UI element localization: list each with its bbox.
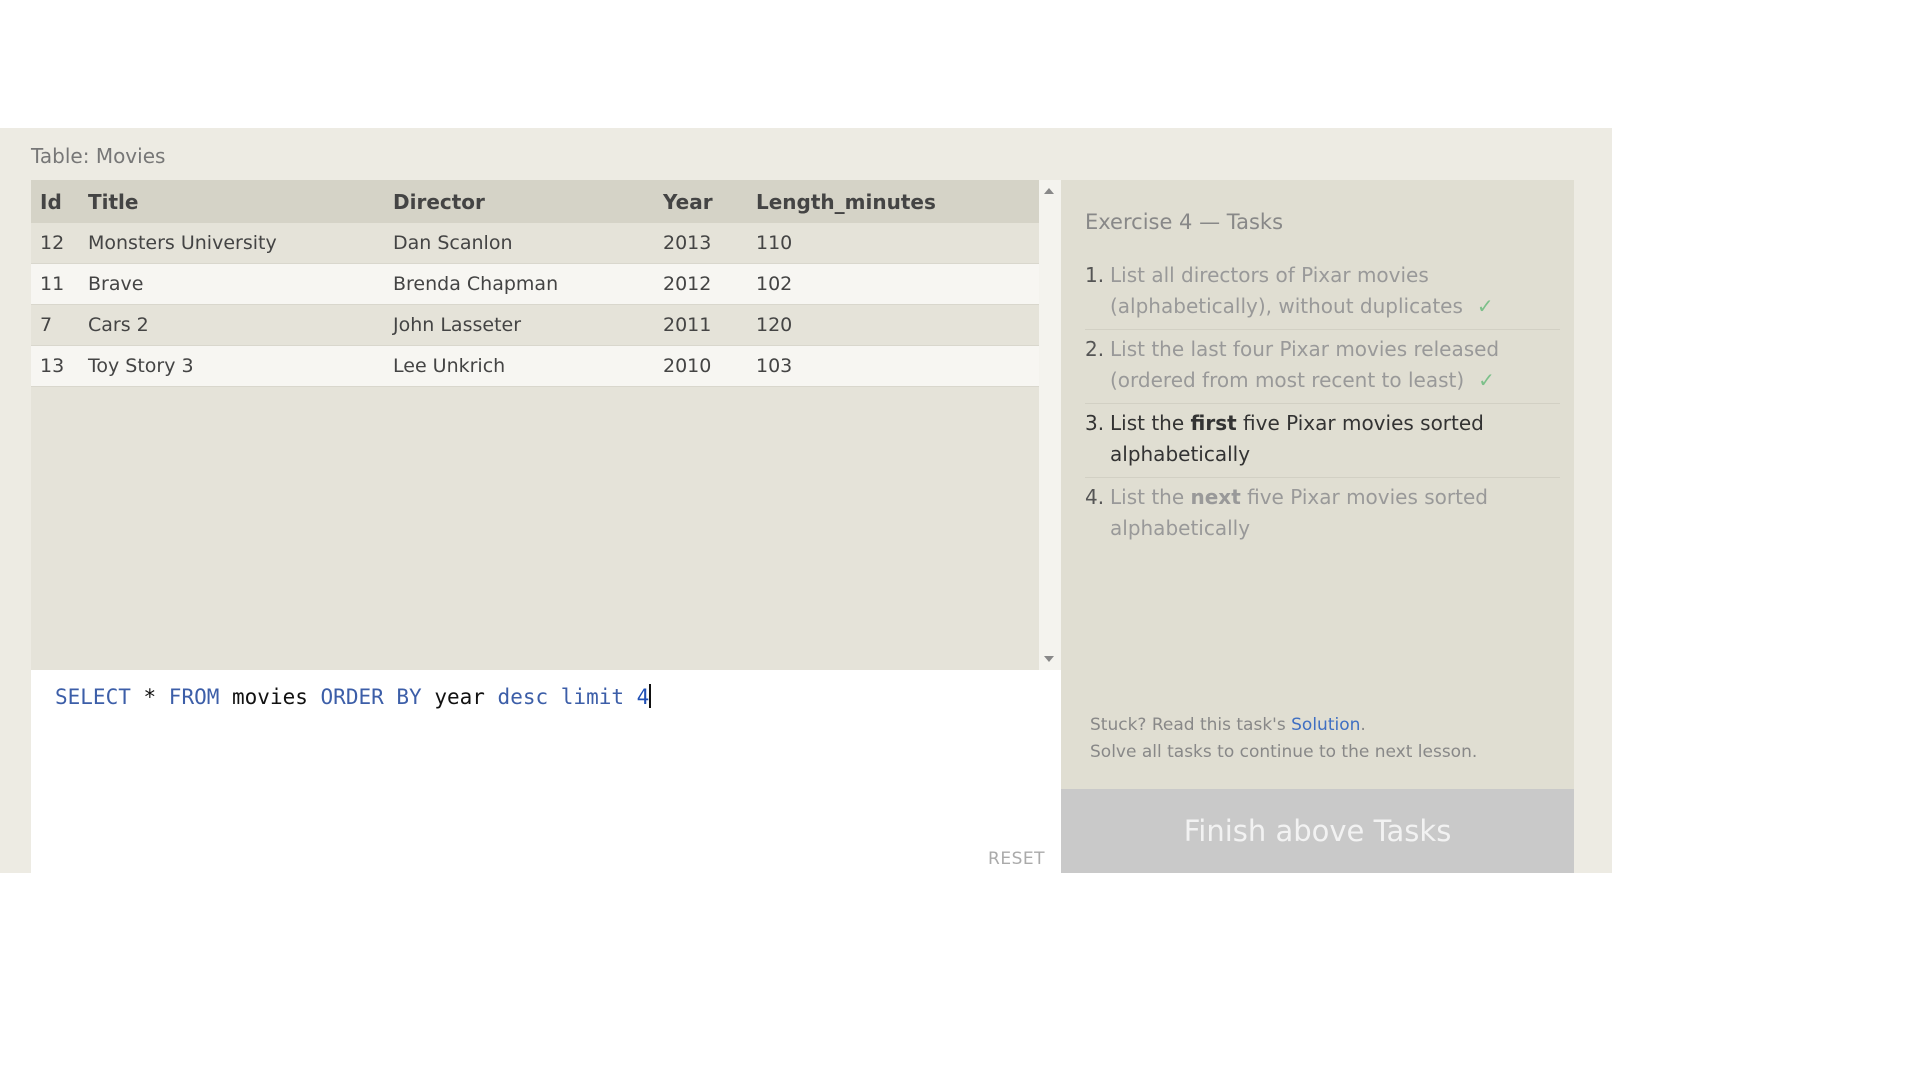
table-header-row: Id Title Director Year Length_minutes <box>31 180 1039 223</box>
cell-id: 13 <box>31 345 79 387</box>
reset-button[interactable]: RESET <box>988 849 1045 869</box>
sql-keyword: FROM <box>168 685 220 709</box>
cell-director: Dan Scanlon <box>384 223 654 264</box>
task-number: 3. <box>1085 411 1105 435</box>
column-header-year: Year <box>654 180 747 223</box>
hint-suffix: . <box>1360 715 1366 735</box>
sql-keyword: ORDER BY <box>320 685 422 709</box>
solution-link[interactable]: Solution <box>1291 715 1360 735</box>
cell-title: Cars 2 <box>79 304 384 346</box>
tasks-panel: Exercise 4 — Tasks 1. List all directors… <box>1061 180 1574 873</box>
scroll-down-arrow-icon[interactable] <box>1044 656 1054 662</box>
hint-continue-text: Solve all tasks to continue to the next … <box>1090 742 1478 762</box>
finish-tasks-button[interactable]: Finish above Tasks <box>1061 789 1574 873</box>
table-row: 11 Brave Brenda Chapman 2012 102 <box>31 263 1039 305</box>
task-text-label: List all directors of Pixar movies (alph… <box>1110 263 1463 318</box>
cell-director: Lee Unkrich <box>384 345 654 387</box>
text-cursor <box>649 684 652 708</box>
checkmark-icon: ✓ <box>1478 368 1495 392</box>
tasks-title: Exercise 4 — Tasks <box>1085 210 1284 234</box>
task-number: 1. <box>1085 263 1105 287</box>
cell-length: 102 <box>747 263 1039 305</box>
results-table-container: Id Title Director Year Length_minutes 12… <box>31 180 1039 670</box>
exercise-panel: Table: Movies Id Title Director Year Len… <box>0 128 1612 873</box>
sql-text: movies <box>219 685 321 709</box>
cell-title: Monsters University <box>79 223 384 264</box>
cell-id: 7 <box>31 304 79 346</box>
table-caption: Table: Movies <box>31 144 166 168</box>
task-text: List the first five Pixar movies sorted … <box>1110 408 1560 470</box>
column-header-length: Length_minutes <box>747 180 1039 223</box>
hint-prefix: Stuck? Read this task's <box>1090 715 1292 735</box>
sql-keyword: limit <box>560 685 624 709</box>
task-text: List the last four Pixar movies released… <box>1110 334 1560 396</box>
cell-year: 2010 <box>654 345 747 387</box>
cell-length: 103 <box>747 345 1039 387</box>
sql-text: * <box>130 685 169 709</box>
task-number: 4. <box>1085 485 1105 509</box>
sql-keyword: desc <box>497 685 549 709</box>
hint-text: Stuck? Read this task's Solution. Solve … <box>1090 712 1477 766</box>
table-row: 13 Toy Story 3 Lee Unkrich 2010 103 <box>31 345 1039 387</box>
column-header-title: Title <box>79 180 384 223</box>
cell-id: 12 <box>31 223 79 264</box>
sql-keyword: SELECT <box>55 685 131 709</box>
column-header-id: Id <box>31 180 79 223</box>
cell-year: 2011 <box>654 304 747 346</box>
cell-director: Brenda Chapman <box>384 263 654 305</box>
results-scrollbar[interactable] <box>1039 180 1061 670</box>
table-row: 12 Monsters University Dan Scanlon 2013 … <box>31 223 1039 264</box>
task-item-3: 3. List the first five Pixar movies sort… <box>1085 404 1560 478</box>
task-text-pre: List the <box>1110 485 1191 509</box>
sql-text: year <box>421 685 498 709</box>
cell-title: Brave <box>79 263 384 305</box>
cell-length: 110 <box>747 223 1039 264</box>
checkmark-icon: ✓ <box>1476 294 1494 318</box>
cell-length: 120 <box>747 304 1039 346</box>
column-header-director: Director <box>384 180 654 223</box>
cell-year: 2013 <box>654 223 747 264</box>
scroll-up-arrow-icon[interactable] <box>1044 188 1054 194</box>
task-item-2: 2. List the last four Pixar movies relea… <box>1085 330 1560 404</box>
cell-id: 11 <box>31 263 79 305</box>
cell-director: John Lasseter <box>384 304 654 346</box>
table-row: 7 Cars 2 John Lasseter 2011 120 <box>31 304 1039 346</box>
task-item-4: 4. List the next five Pixar movies sorte… <box>1085 478 1560 551</box>
cell-title: Toy Story 3 <box>79 345 384 387</box>
sql-editor[interactable]: SELECT * FROM movies ORDER BY year desc … <box>31 670 1061 873</box>
task-text-label: List the last four Pixar movies released… <box>1110 337 1500 392</box>
sql-query-input[interactable]: SELECT * FROM movies ORDER BY year desc … <box>55 684 652 709</box>
task-text-bold: next <box>1190 485 1241 509</box>
results-table: Id Title Director Year Length_minutes 12… <box>31 180 1039 387</box>
cell-year: 2012 <box>654 263 747 305</box>
task-text-pre: List the <box>1110 411 1191 435</box>
task-text: List all directors of Pixar movies (alph… <box>1110 260 1560 322</box>
task-number: 2. <box>1085 337 1105 361</box>
task-text-bold: first <box>1190 411 1237 435</box>
task-list: 1. List all directors of Pixar movies (a… <box>1085 256 1560 551</box>
sql-number: 4 <box>636 685 650 709</box>
task-item-1: 1. List all directors of Pixar movies (a… <box>1085 256 1560 330</box>
task-text: List the next five Pixar movies sorted a… <box>1110 482 1560 544</box>
